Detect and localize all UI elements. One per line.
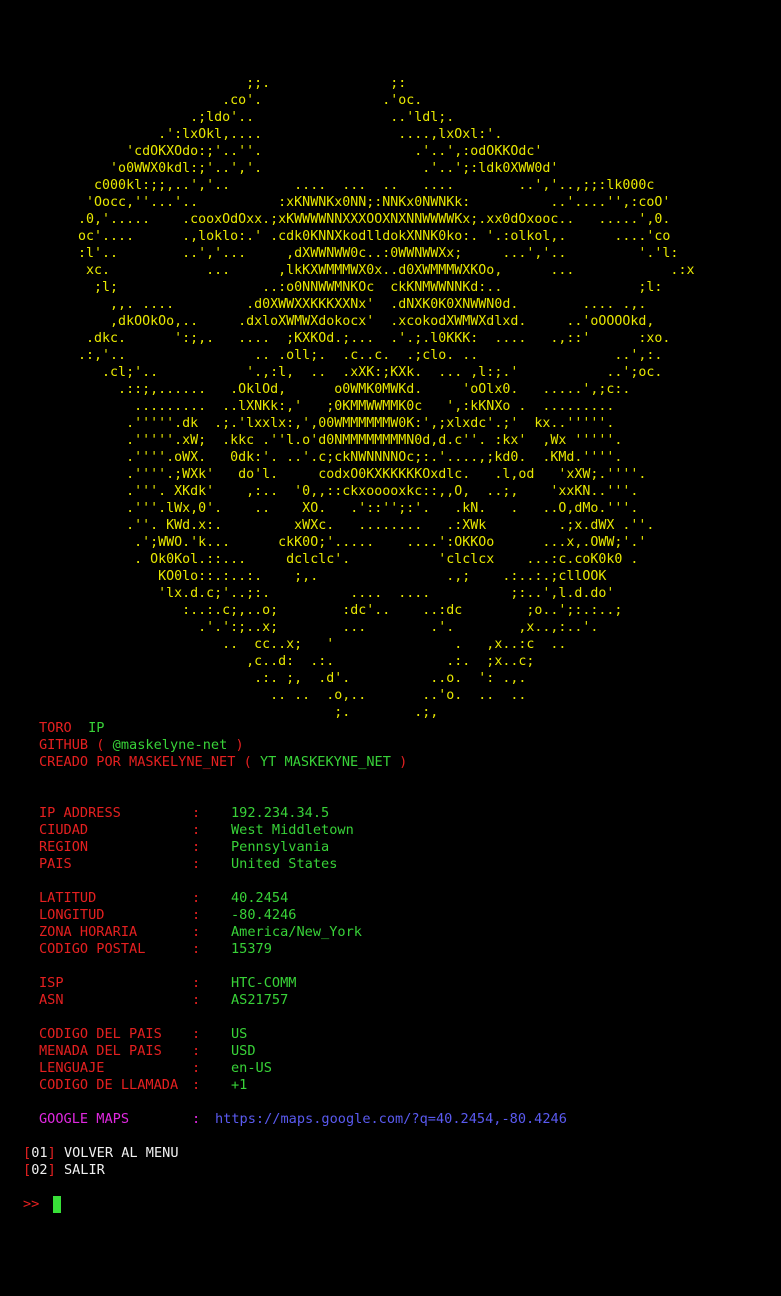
info-row-ciudad: CIUDAD: West Middletown (39, 822, 739, 839)
github-close-paren: ) (235, 737, 244, 753)
prompt-symbol: >> (23, 1196, 40, 1212)
creator-close-paren: ) (399, 754, 408, 770)
menu-item-label: SALIR (63, 1162, 105, 1178)
info-separator: : (192, 1043, 201, 1059)
info-separator: : (192, 924, 201, 940)
info-row-pais: PAIS: United States (39, 856, 739, 873)
info-separator: : (192, 1026, 201, 1042)
header: TORO IP GITHUB ( @maskelyne-net ) CREADO… (39, 720, 407, 771)
info-separator: : (192, 890, 201, 906)
info-row-zona-horaria: ZONA HORARIA: America/New_York (39, 924, 739, 941)
info-key: PAIS (39, 856, 72, 872)
info-value: US (231, 1026, 248, 1042)
info-row-latitud: LATITUD: 40.2454 (39, 890, 739, 907)
info-row-region: REGION: Pennsylvania (39, 839, 739, 856)
creator-channel: YT MASKEKYNE_NET (259, 754, 391, 770)
command-prompt[interactable]: >> (23, 1196, 62, 1213)
info-value: Pennsylvania (231, 839, 330, 855)
info-value: HTC-COMM (231, 975, 297, 991)
info-separator: : (192, 941, 201, 957)
info-row-ip-address: IP ADDRESS: 192.234.34.5 (39, 805, 739, 822)
header-title: TORO (39, 720, 72, 736)
info-separator: : (192, 856, 201, 872)
header-line-toro-ip: TORO IP (39, 720, 407, 737)
info-separator: : (192, 992, 201, 1008)
info-key: LONGITUD (39, 907, 105, 923)
info-value: AS21757 (231, 992, 289, 1008)
info-key: LENGUAJE (39, 1060, 105, 1076)
info-value: USD (231, 1043, 256, 1059)
info-key: IP ADDRESS (39, 805, 121, 821)
info-key: ASN (39, 992, 64, 1008)
menu-item-number: 02 (31, 1162, 48, 1178)
header-line-github: GITHUB ( @maskelyne-net ) (39, 737, 407, 754)
info-separator: : (192, 822, 201, 838)
info-separator: : (192, 1060, 201, 1076)
info-row-codigo-del-pais: CODIGO DEL PAIS: US (39, 1026, 739, 1043)
info-value: America/New_York (231, 924, 362, 940)
info-value: West Middletown (231, 822, 354, 838)
menu-item-number: 01 (31, 1145, 48, 1161)
ascii-art-lion: ;;. ;: .co'. .'oc. .;ldo'.. ..'ldl;. .':… (78, 76, 695, 720)
info-separator: : (192, 975, 201, 991)
menu-item-salir[interactable]: [02] SALIR (23, 1162, 179, 1179)
text-cursor[interactable] (53, 1196, 62, 1213)
info-key: ISP (39, 975, 64, 991)
info-separator: : (192, 1077, 201, 1093)
menu: [01] VOLVER AL MENU [02] SALIR (23, 1145, 179, 1179)
info-value: +1 (231, 1077, 248, 1093)
info-key: ZONA HORARIA (39, 924, 138, 940)
menu-item-volver[interactable]: [01] VOLVER AL MENU (23, 1145, 179, 1162)
info-value: 15379 (231, 941, 272, 957)
info-row-codigo-de-llamada: CODIGO DE LLAMADA: +1 (39, 1077, 739, 1094)
info-row-lenguaje: LENGUAJE: en-US (39, 1060, 739, 1077)
info-separator: : (192, 907, 201, 923)
info-value: en-US (231, 1060, 272, 1076)
info-key: REGION (39, 839, 89, 855)
info-row-asn: ASN: AS21757 (39, 992, 739, 1009)
info-value: -80.4246 (231, 907, 297, 923)
info-separator: : (192, 805, 201, 821)
google-maps-link[interactable]: https://maps.google.com/?q=40.2454,-80.4… (215, 1111, 567, 1128)
info-row-longitud: LONGITUD: -80.4246 (39, 907, 739, 924)
info-key: CODIGO DE LLAMADA (39, 1077, 179, 1093)
info-key: LATITUD (39, 890, 97, 906)
info-row-moneda-del-pais: MENADA DEL PAIS: USD (39, 1043, 739, 1060)
ip-info-list: IP ADDRESS: 192.234.34.5 CIUDAD: West Midd… (39, 805, 739, 1128)
github-label: GITHUB ( (39, 737, 105, 753)
info-value: United States (231, 856, 338, 872)
info-key: CODIGO DEL PAIS (39, 1026, 162, 1042)
header-title-ip: IP (88, 720, 105, 736)
github-handle: @maskelyne-net (112, 737, 228, 753)
info-row-google-maps: GOOGLE MAPS: https://maps.google.com/?q=4… (39, 1111, 739, 1128)
terminal-window: ;;. ;: .co'. .'oc. .;ldo'.. ..'ldl;. .':… (0, 0, 781, 1296)
menu-item-label: VOLVER AL MENU (63, 1145, 179, 1161)
info-row-isp: ISP: HTC-COMM (39, 975, 739, 992)
info-row-codigo-postal: CODIGO POSTAL: 15379 (39, 941, 739, 958)
info-key: CIUDAD (39, 822, 89, 838)
maps-key: GOOGLE MAPS (39, 1111, 130, 1127)
info-key: MENADA DEL PAIS (39, 1043, 162, 1059)
info-value: 40.2454 (231, 890, 289, 906)
info-key: CODIGO POSTAL (39, 941, 146, 957)
info-value: 192.234.34.5 (231, 805, 330, 821)
info-separator: : (192, 1111, 201, 1127)
info-separator: : (192, 839, 201, 855)
header-line-creator: CREADO POR MASKELYNE_NET ( YT MASKEKYNE_… (39, 754, 407, 771)
creator-label: CREADO POR MASKELYNE_NET ( (39, 754, 252, 770)
